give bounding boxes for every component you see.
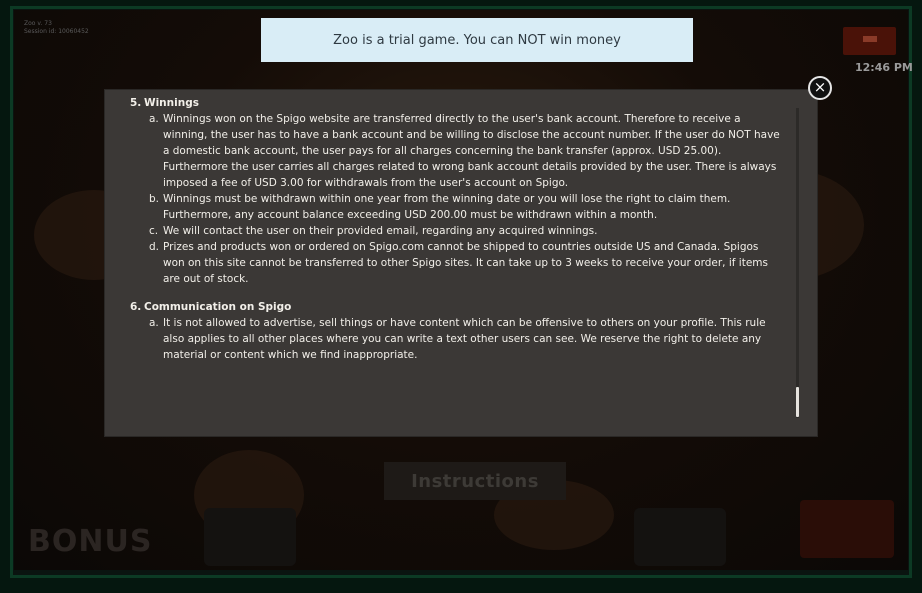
scrollbar-track[interactable]: [796, 108, 799, 418]
bet-tile: [204, 508, 296, 566]
clock: 12:46 PM: [855, 61, 913, 74]
terms-modal: 5. Winnings a. Winnings won on the Spigo…: [105, 90, 817, 436]
list-item: d. Prizes and products won or ordered on…: [149, 241, 768, 285]
spin-button[interactable]: [800, 500, 894, 558]
bonus-label: BONUS: [28, 524, 153, 559]
list-item: a. It is not allowed to advertise, sell …: [149, 317, 766, 361]
bet-tile: [634, 508, 726, 566]
list-item: c. We will contact the user on their pro…: [149, 225, 598, 237]
session-info: Zoo v. 73 Session id: 10060452: [24, 20, 89, 36]
close-icon[interactable]: ×: [808, 76, 832, 100]
terms-scroll-area[interactable]: 5. Winnings a. Winnings won on the Spigo…: [105, 90, 795, 436]
list-item: a. Winnings won on the Spigo website are…: [149, 113, 780, 189]
hamburger-menu-icon: [862, 36, 877, 46]
scrollbar-thumb[interactable]: [796, 387, 799, 417]
session-id-line: Session id: 10060452: [24, 28, 89, 35]
section-heading: 6. Communication on Spigo: [130, 301, 292, 313]
list-item: b. Winnings must be withdrawn within one…: [149, 193, 731, 221]
section-heading: 5. Winnings: [130, 97, 199, 109]
menu-button[interactable]: [843, 27, 896, 55]
trial-banner: Zoo is a trial game. You can NOT win mon…: [261, 18, 693, 62]
version-line: Zoo v. 73: [24, 20, 52, 27]
instructions-button[interactable]: Instructions: [384, 462, 566, 500]
